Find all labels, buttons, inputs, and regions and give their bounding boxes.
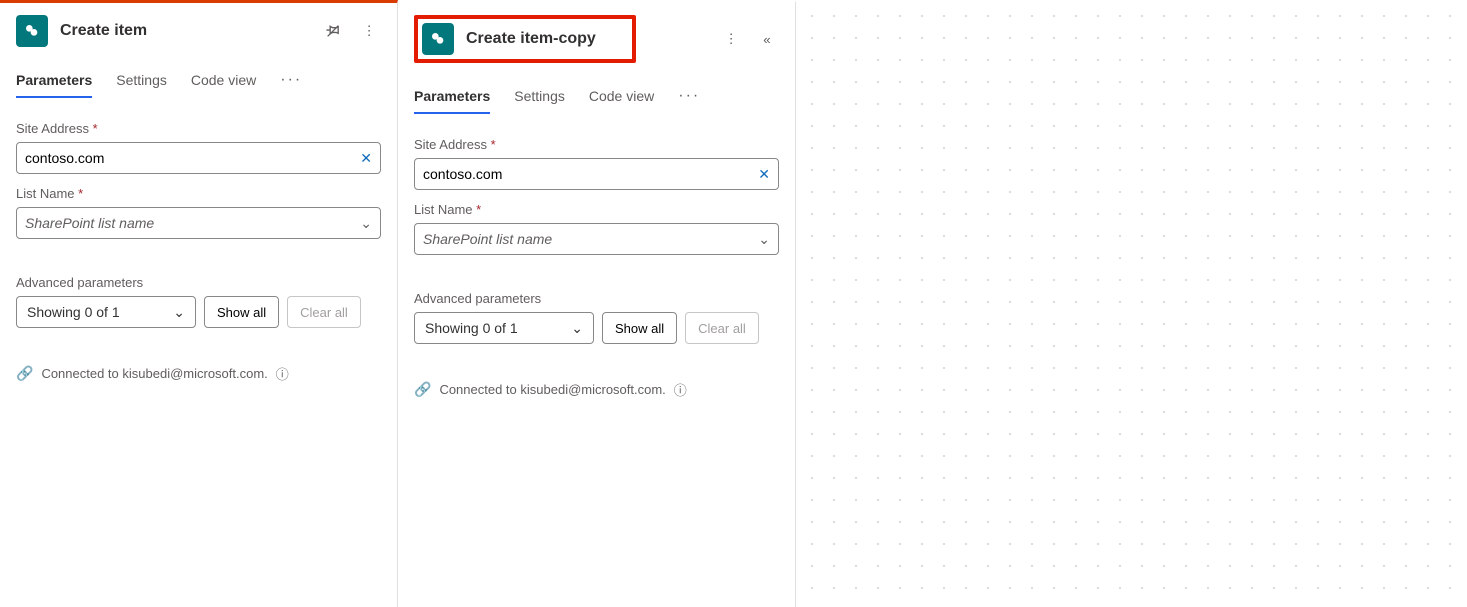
tab-more[interactable]: ··· <box>280 71 302 99</box>
advanced-select[interactable]: Showing 0 of 1 ⌄ <box>16 296 196 328</box>
panel-title: Create item <box>60 22 309 40</box>
field-site-address: Site Address * ✕ <box>0 109 397 186</box>
chevron-down-icon: ⌄ <box>571 320 583 337</box>
tab-more[interactable]: ··· <box>678 87 700 115</box>
chevron-down-icon: ⌄ <box>758 231 770 248</box>
list-name-select[interactable]: SharePoint list name ⌄ <box>16 207 381 239</box>
connected-text: Connected to kisubedi@microsoft.com. <box>439 382 665 397</box>
clear-site-icon[interactable]: ✕ <box>758 166 770 183</box>
show-all-button[interactable]: Show all <box>602 312 677 344</box>
sharepoint-icon <box>422 23 454 55</box>
list-name-placeholder: SharePoint list name <box>423 231 552 247</box>
tabs: Parameters Settings Code view ··· <box>0 71 397 109</box>
chevron-left-double-icon: « <box>763 32 770 47</box>
field-list-name: List Name * SharePoint list name ⌄ <box>398 202 795 267</box>
sharepoint-icon <box>16 15 48 47</box>
vertical-dots-icon: ⋮ <box>362 23 375 39</box>
site-address-input-wrap[interactable]: ✕ <box>16 142 381 174</box>
collapse-button[interactable]: « <box>755 27 779 51</box>
flow-canvas[interactable]: Manually trigger a flow + Create item 🔗 <box>796 0 1467 607</box>
clear-site-icon[interactable]: ✕ <box>360 150 372 167</box>
unpin-button[interactable] <box>321 19 345 43</box>
tab-settings[interactable]: Settings <box>116 72 167 98</box>
connected-row: 🔗 Connected to kisubedi@microsoft.com. ⓘ <box>0 328 397 383</box>
advanced-parameters-label: Advanced parameters <box>16 275 381 290</box>
chevron-down-icon: ⌄ <box>173 304 185 321</box>
panel-header: Create item ⋮ <box>0 3 397 71</box>
info-icon[interactable]: ⓘ <box>276 364 289 383</box>
panel-create-item-copy: Create item-copy ⋮ « Parameters Settings… <box>398 0 796 607</box>
clear-all-button[interactable]: Clear all <box>287 296 361 328</box>
site-address-input-wrap[interactable]: ✕ <box>414 158 779 190</box>
site-address-label: Site Address * <box>16 121 381 136</box>
field-list-name: List Name * SharePoint list name ⌄ <box>0 186 397 251</box>
advanced-select[interactable]: Showing 0 of 1 ⌄ <box>414 312 594 344</box>
highlight-box-header: Create item-copy <box>414 15 636 63</box>
advanced-showing: Showing 0 of 1 <box>425 320 518 336</box>
link-icon: 🔗 <box>16 365 33 382</box>
site-address-label: Site Address * <box>414 137 779 152</box>
connected-text: Connected to kisubedi@microsoft.com. <box>41 366 267 381</box>
link-icon: 🔗 <box>414 381 431 398</box>
info-icon[interactable]: ⓘ <box>674 380 687 399</box>
field-site-address: Site Address * ✕ <box>398 125 795 202</box>
list-name-label: List Name * <box>16 186 381 201</box>
tab-settings[interactable]: Settings <box>514 88 565 114</box>
advanced-row: Showing 0 of 1 ⌄ Show all Clear all <box>398 312 795 344</box>
connected-row: 🔗 Connected to kisubedi@microsoft.com. ⓘ <box>398 344 795 399</box>
site-address-input[interactable] <box>25 150 360 166</box>
advanced-parameters-label: Advanced parameters <box>414 291 779 306</box>
advanced-row: Showing 0 of 1 ⌄ Show all Clear all <box>0 296 397 328</box>
site-address-input[interactable] <box>423 166 758 182</box>
tab-codeview[interactable]: Code view <box>191 72 256 98</box>
panel-header: Create item-copy ⋮ « <box>398 3 795 87</box>
tab-codeview[interactable]: Code view <box>589 88 654 114</box>
tabs: Parameters Settings Code view ··· <box>398 87 795 125</box>
more-menu-button[interactable]: ⋮ <box>719 27 743 51</box>
clear-all-button[interactable]: Clear all <box>685 312 759 344</box>
list-name-select[interactable]: SharePoint list name ⌄ <box>414 223 779 255</box>
panel-title: Create item-copy <box>466 30 596 48</box>
tab-parameters[interactable]: Parameters <box>16 72 92 98</box>
more-menu-button[interactable]: ⋮ <box>357 19 381 43</box>
advanced-showing: Showing 0 of 1 <box>27 304 120 320</box>
list-name-placeholder: SharePoint list name <box>25 215 154 231</box>
vertical-dots-icon: ⋮ <box>724 31 737 47</box>
chevron-down-icon: ⌄ <box>360 215 372 232</box>
show-all-button[interactable]: Show all <box>204 296 279 328</box>
tab-parameters[interactable]: Parameters <box>414 88 490 114</box>
panel-create-item: Create item ⋮ Parameters Settings Code v… <box>0 0 398 607</box>
list-name-label: List Name * <box>414 202 779 217</box>
